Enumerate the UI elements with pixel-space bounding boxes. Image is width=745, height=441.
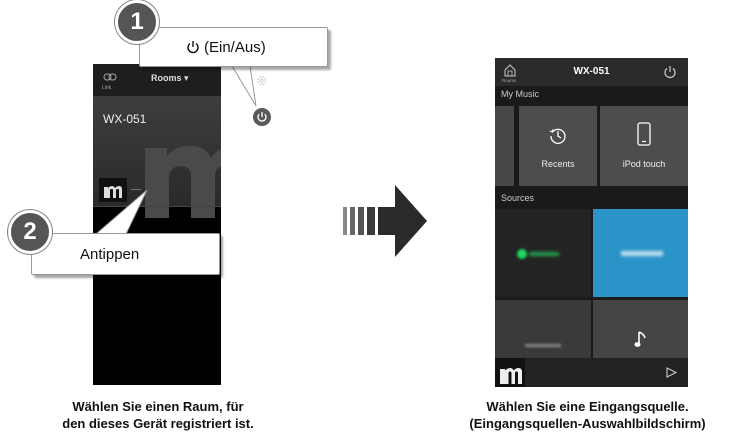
music-note-icon [634, 331, 646, 347]
rooms-home-label: Rooms [502, 78, 517, 83]
source-tile-spotify[interactable] [495, 209, 591, 297]
play-icon[interactable] [666, 367, 677, 378]
ipod-touch-tile[interactable]: iPod touch [600, 106, 688, 186]
power-icon[interactable] [663, 65, 677, 79]
device-title: WX-051 [573, 66, 610, 77]
right-top-bar: Rooms WX-051 [495, 58, 688, 86]
radiko-wordmark-blurred [621, 251, 663, 256]
source-tile-music[interactable] [593, 300, 688, 360]
recents-label: Recents [541, 159, 575, 169]
callout-tap: Antippen [31, 233, 220, 275]
my-music-header: My Music [501, 89, 539, 99]
recents-tile[interactable]: Recents [519, 106, 597, 186]
power-icon [187, 41, 199, 54]
spotify-wordmark-blurred [529, 252, 559, 256]
arrow-right-icon [343, 185, 427, 257]
left-caption-line1: Wählen Sie einen Raum, für [72, 399, 244, 414]
left-caption-line2: den dieses Gerät registriert ist. [62, 416, 254, 431]
step-2-badge: 2 [8, 210, 52, 254]
right-caption-line1: Wählen Sie eine Eingangsquelle. [486, 399, 689, 414]
now-playing-thumbnail [495, 358, 525, 387]
left-caption: Wählen Sie einen Raum, für den dieses Ge… [40, 398, 276, 432]
source-tile-3[interactable] [495, 300, 591, 360]
source-label-blurred [525, 344, 561, 347]
phone-device-icon [637, 122, 651, 146]
right-caption-line2: (Eingangsquellen-Auswahlbildschirm) [469, 416, 706, 431]
step-1-badge: 1 [115, 0, 159, 44]
spotify-icon [517, 249, 527, 259]
source-tile-radiko[interactable] [593, 209, 688, 297]
right-caption: Wählen Sie eine Eingangsquelle. (Eingang… [430, 398, 745, 432]
recents-clock-icon [549, 128, 566, 144]
right-phone-screen: Rooms WX-051 My Music Recents iPod touch… [495, 58, 688, 387]
callout-tap-label: Antippen [80, 246, 140, 263]
sources-header: Sources [501, 193, 535, 203]
mini-player-bar[interactable] [495, 358, 688, 387]
callout-power: (Ein/Aus) [139, 27, 328, 67]
music-tile-partial[interactable] [495, 106, 514, 186]
ipod-touch-label: iPod touch [622, 159, 666, 169]
callout-power-label: (Ein/Aus) [204, 39, 266, 56]
